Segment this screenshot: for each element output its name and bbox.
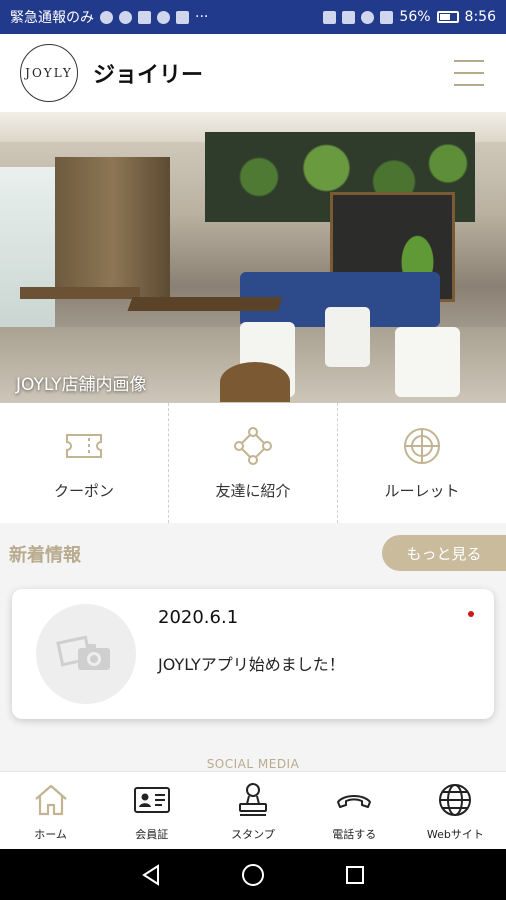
- tab-home[interactable]: ホーム: [0, 772, 101, 849]
- tab-website-label: Webサイト: [426, 827, 484, 841]
- social-media-label: SOCIAL MEDIA: [206, 757, 300, 771]
- battery-percent: 56%: [399, 9, 431, 25]
- clock: 8:56: [464, 9, 496, 25]
- refer-friend-button[interactable]: 友達に紹介: [168, 403, 337, 523]
- tab-phone[interactable]: 電話する: [304, 772, 405, 849]
- news-date: 2020.6.1: [158, 607, 239, 628]
- app-header: JOYLY ジョイリー: [0, 34, 506, 112]
- globe-icon: [435, 780, 475, 820]
- tab-home-label: ホーム: [34, 827, 67, 841]
- hero-image: JOYLY店舗内画像: [0, 112, 506, 403]
- share-nodes-icon: [233, 426, 273, 466]
- download-icon: [176, 10, 189, 24]
- roulette-icon: [402, 426, 442, 466]
- brand-logo: JOYLY: [20, 44, 78, 102]
- cloud-icon: [119, 10, 132, 24]
- shield-icon: [100, 10, 113, 24]
- news-title: 新着情報: [9, 545, 81, 566]
- tab-website[interactable]: Webサイト: [405, 772, 506, 849]
- tab-phone-label: 電話する: [332, 827, 377, 841]
- status-bar: 緊急通報のみ ··· 56% 8:56: [0, 0, 506, 34]
- hero-caption: JOYLY店舗内画像: [16, 375, 147, 395]
- news-item[interactable]: 2020.6.1 JOYLYアプリ始めました！: [12, 589, 494, 719]
- home-nav-icon[interactable]: [238, 860, 268, 890]
- roulette-button[interactable]: ルーレット: [337, 403, 506, 523]
- member-card-icon: [132, 780, 172, 820]
- stamp-icon: [233, 780, 273, 820]
- system-nav-bar: [0, 849, 506, 900]
- tab-member-card[interactable]: 会員証: [101, 772, 202, 849]
- coupon-label: クーポン: [53, 481, 114, 500]
- tab-stamp[interactable]: スタンプ: [202, 772, 303, 849]
- tab-member-card-label: 会員証: [135, 827, 169, 841]
- refer-friend-label: 友達に紹介: [215, 481, 291, 500]
- photo-placeholder-icon: [56, 635, 110, 670]
- tab-stamp-label: スタンプ: [231, 827, 275, 841]
- hamburger-icon[interactable]: [454, 60, 484, 86]
- recents-icon[interactable]: [340, 860, 370, 890]
- coupon-button[interactable]: クーポン: [0, 403, 168, 523]
- news-section-header: 新着情報 もっと見る: [0, 535, 506, 571]
- logo-text: JOYLY: [25, 66, 73, 80]
- bluetooth-icon: [323, 10, 337, 24]
- wifi-icon: [361, 10, 375, 24]
- check-icon: [157, 10, 170, 24]
- carrier-text: 緊急通報のみ: [10, 10, 94, 26]
- news-text: JOYLYアプリ始めました！: [158, 655, 345, 674]
- bottom-tab-bar: ホーム 会員証 スタンプ 電話する Webサイト: [0, 771, 506, 849]
- quick-menu: クーポン 友達に紹介 ルーレット: [0, 403, 506, 523]
- unread-indicator: [468, 611, 474, 617]
- back-icon[interactable]: [136, 860, 166, 890]
- vibrate-icon: [342, 10, 356, 24]
- ticket-icon: [64, 426, 104, 466]
- roulette-label: ルーレット: [384, 481, 460, 500]
- battery-icon: [436, 11, 459, 23]
- phone-icon: [334, 780, 374, 820]
- home-icon: [31, 780, 71, 820]
- news-thumbnail: [36, 604, 136, 704]
- more-button[interactable]: もっと見る: [382, 535, 506, 571]
- play-icon: [138, 10, 151, 24]
- more-notifications-icon: ···: [195, 9, 209, 25]
- sim-icon: [380, 10, 394, 24]
- app-title: ジョイリー: [93, 63, 204, 88]
